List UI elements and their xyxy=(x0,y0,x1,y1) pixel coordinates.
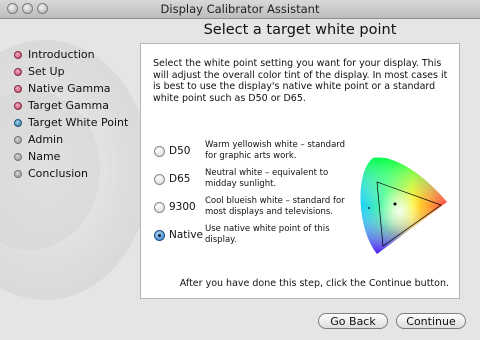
reference-point-marker xyxy=(368,207,370,209)
option-label[interactable]: 9300 xyxy=(169,201,196,213)
white-point-marker xyxy=(393,202,397,206)
option-d65[interactable]: D65 xyxy=(154,173,190,185)
calibrator-window: Display Calibrator Assistant Select a ta… xyxy=(0,0,480,340)
step-done-icon xyxy=(14,101,22,110)
step-item: Conclusion xyxy=(14,165,128,182)
content-panel: Select the white point setting you want … xyxy=(140,43,460,299)
step-done-icon xyxy=(14,84,22,93)
title-bar: Display Calibrator Assistant xyxy=(0,0,480,19)
step-label: Conclusion xyxy=(28,167,88,180)
step-label: Name xyxy=(28,150,61,163)
step-label: Set Up xyxy=(28,65,65,78)
step-current-icon xyxy=(14,118,22,127)
option-label[interactable]: Native xyxy=(169,229,203,241)
option-d50[interactable]: D50 xyxy=(154,145,190,157)
step-item: Set Up xyxy=(14,63,128,80)
step-label: Native Gamma xyxy=(28,82,111,95)
step-label: Admin xyxy=(28,133,64,146)
option-description: Use native white point of this display. xyxy=(205,224,330,245)
step-item: Target Gamma xyxy=(14,97,128,114)
step-done-icon xyxy=(14,50,22,59)
instructions-text: Select the white point setting you want … xyxy=(153,58,448,104)
window-title: Display Calibrator Assistant xyxy=(160,2,320,16)
radio-d65[interactable] xyxy=(154,173,165,185)
go-back-button[interactable]: Go Back xyxy=(318,313,388,329)
page-title: Select a target white point xyxy=(203,22,397,38)
option-description: Neutral white – equivalent to midday sun… xyxy=(205,168,329,189)
continue-button[interactable]: Continue xyxy=(396,313,466,329)
option-9300[interactable]: 9300 xyxy=(154,201,196,213)
step-pending-icon xyxy=(14,169,22,178)
gamut-white-area xyxy=(360,157,447,254)
option-native[interactable]: Native xyxy=(154,229,203,241)
footer-hint: After you have done this step, click the… xyxy=(179,278,449,289)
radio-9300[interactable] xyxy=(154,201,165,213)
step-list: Introduction Set Up Native Gamma Target … xyxy=(14,46,128,182)
step-item: Native Gamma xyxy=(14,80,128,97)
step-item: Introduction xyxy=(14,46,128,63)
step-pending-icon xyxy=(14,152,22,161)
radio-d50[interactable] xyxy=(154,145,165,157)
step-label: Target Gamma xyxy=(28,99,109,112)
step-done-icon xyxy=(14,67,22,76)
step-label: Target White Point xyxy=(28,116,129,129)
option-label[interactable]: D65 xyxy=(169,173,190,185)
chromaticity-diagram xyxy=(360,157,447,254)
step-item: Name xyxy=(14,148,128,165)
option-label[interactable]: D50 xyxy=(169,145,190,157)
option-description: Cool blueish white – standard for most d… xyxy=(205,196,345,217)
step-item: Admin xyxy=(14,131,128,148)
radio-native-selected[interactable] xyxy=(154,229,165,241)
option-description: Warm yellowish white – standard for grap… xyxy=(205,140,346,161)
step-item-current: Target White Point xyxy=(14,114,128,131)
step-pending-icon xyxy=(14,135,22,144)
step-label: Introduction xyxy=(28,48,95,61)
